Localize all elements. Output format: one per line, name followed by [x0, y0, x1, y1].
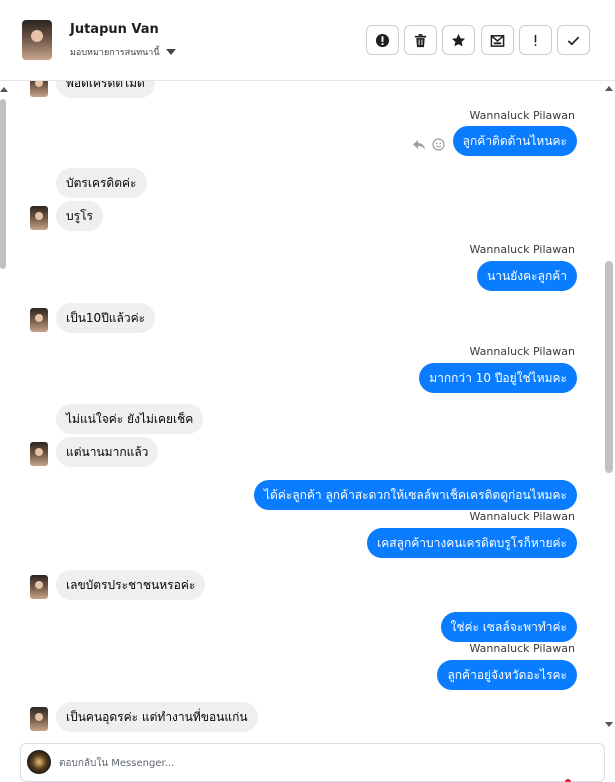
reply-composer[interactable]	[20, 743, 605, 782]
messenger-reply-input[interactable]	[59, 754, 579, 772]
left-scrollbar[interactable]	[0, 81, 8, 735]
star-button[interactable]	[442, 25, 475, 55]
contact-avatar[interactable]	[22, 20, 52, 60]
mark-unread-button[interactable]	[481, 25, 514, 55]
alert-circle-icon	[375, 33, 390, 47]
incoming-message[interactable]: เป็น10ปีแล้วค่ะ	[56, 303, 156, 333]
incoming-message[interactable]: พอดีเครดิตไม่ดี	[56, 81, 155, 98]
incoming-message[interactable]: แต่นานมากแล้ว	[56, 437, 159, 467]
chevron-down-icon	[165, 49, 176, 55]
scroll-down-arrow-icon[interactable]	[605, 722, 613, 727]
star-icon	[451, 33, 466, 46]
right-scrollbar[interactable]	[603, 81, 615, 735]
reply-icon[interactable]	[412, 139, 426, 151]
delete-button[interactable]	[404, 25, 437, 55]
message-thread[interactable]: พอดีเครดิตไม่ดี Wannaluck Pilawan ลูกค้า…	[10, 81, 602, 735]
outgoing-message[interactable]: มากกว่า 10 ปีอยู่ใช่ไหมคะ	[419, 363, 577, 393]
check-icon	[567, 36, 580, 45]
incoming-message[interactable]: บัตรเครดิตค่ะ	[56, 168, 147, 198]
sender-avatar	[30, 206, 48, 230]
outgoing-message[interactable]: เคสลูกค้าบางคนเครดิตบรูโรก็หายค่ะ	[367, 528, 577, 558]
incoming-message[interactable]: เลขบัตรประชาชนหรอค่ะ	[56, 570, 206, 600]
sender-avatar	[30, 308, 48, 332]
sender-name: Wannaluck Pilawan	[469, 243, 576, 256]
left-scrollbar-thumb[interactable]	[0, 99, 6, 269]
outgoing-message[interactable]: ลูกค้าติดด้านไหนคะ	[452, 126, 577, 156]
outgoing-message[interactable]: ลูกค้าอยู่จังหวัดอะไรคะ	[437, 660, 577, 690]
mark-spam-button[interactable]	[366, 25, 399, 55]
assign-label: มอบหมายการสนทนานี้	[70, 48, 160, 58]
sender-name: Wannaluck Pilawan	[469, 109, 576, 122]
right-scrollbar-thumb[interactable]	[605, 261, 613, 473]
sender-avatar	[30, 707, 48, 731]
exclamation-icon	[534, 34, 537, 46]
mark-done-button[interactable]	[557, 25, 590, 55]
outgoing-message[interactable]: ได้ค่ะลูกค้า ลูกค้าสะดวกให้เซลล์พาเช็คเค…	[253, 480, 577, 510]
conversation-header: Jutapun Van มอบหมายการสนทนานี้	[0, 0, 615, 81]
incoming-message[interactable]: เป็นคนอุดรค่ะ แต่ทำงานที่ขอนแก่น	[56, 702, 258, 732]
sender-name: Wannaluck Pilawan	[469, 510, 576, 523]
sender-name: Wannaluck Pilawan	[469, 345, 576, 358]
outgoing-message[interactable]: นานยังคะลูกค้า	[477, 261, 577, 291]
incoming-message[interactable]: บรูโร	[56, 201, 103, 231]
emoji-reaction-icon[interactable]	[432, 138, 445, 151]
scroll-up-arrow-icon[interactable]	[0, 87, 8, 92]
mail-unread-icon	[490, 34, 505, 47]
trash-icon	[414, 33, 427, 47]
outgoing-message[interactable]: ใช่ค่ะ เซลล์จะพาทำค่ะ	[440, 612, 577, 642]
assign-conversation-dropdown[interactable]: มอบหมายการสนทนานี้	[70, 45, 176, 59]
contact-name[interactable]: Jutapun Van	[70, 22, 159, 37]
incoming-message[interactable]: ไม่แน่ใจค่ะ ยังไม่เคยเช็ค	[56, 404, 204, 434]
sender-avatar	[30, 575, 48, 599]
sender-avatar	[30, 81, 48, 97]
page-avatar	[27, 750, 51, 774]
sender-name: Wannaluck Pilawan	[469, 642, 576, 655]
sender-avatar	[30, 442, 48, 466]
scroll-up-arrow-icon[interactable]	[605, 86, 613, 91]
follow-up-button[interactable]	[519, 25, 552, 55]
